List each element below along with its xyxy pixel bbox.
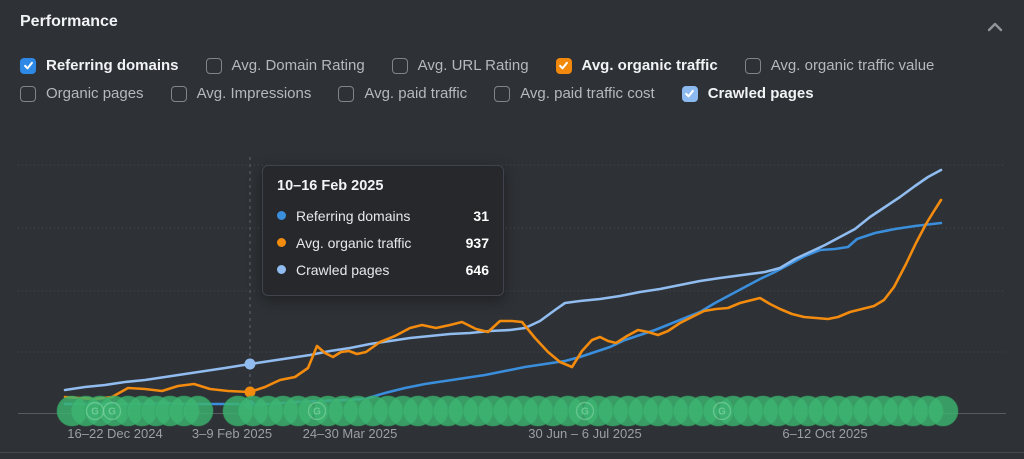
tooltip-date: 10–16 Feb 2025: [277, 178, 489, 194]
x-axis-tick-label: 24–30 Mar 2025: [303, 426, 398, 441]
tooltip-series-value: 31: [473, 208, 489, 224]
hover-dot-crawled-pages: [245, 359, 256, 370]
panel-title: Performance: [20, 13, 118, 31]
checkbox-checked-icon[interactable]: [556, 58, 572, 74]
metric-checkbox-avg-impressions[interactable]: Avg. Impressions: [171, 85, 312, 102]
google-g-icon: G: [581, 407, 589, 418]
google-update-marker[interactable]: [928, 396, 958, 426]
metric-checkbox-avg-organic-traffic[interactable]: Avg. organic traffic: [556, 57, 718, 74]
metric-checkbox-avg-organic-traffic-value[interactable]: Avg. organic traffic value: [745, 57, 935, 74]
metric-label: Avg. Domain Rating: [232, 57, 365, 74]
google-g-icon: G: [313, 407, 321, 418]
metric-checkbox-organic-pages[interactable]: Organic pages: [20, 85, 144, 102]
tooltip-series-label: Referring domains: [296, 208, 410, 224]
metric-filter-row: Referring domains Avg. Domain Rating Avg. …: [20, 57, 934, 74]
metric-label: Avg. Impressions: [197, 85, 312, 102]
checkbox-checked-icon[interactable]: [20, 58, 36, 74]
metric-label: Referring domains: [46, 57, 179, 74]
checkbox-unchecked-icon[interactable]: [20, 86, 36, 102]
metric-label: Avg. URL Rating: [418, 57, 529, 74]
metric-label: Avg. organic traffic: [582, 57, 718, 74]
checkbox-unchecked-icon[interactable]: [494, 86, 510, 102]
metric-filters: Referring domains Avg. Domain Rating Avg. …: [20, 57, 934, 102]
performance-chart[interactable]: GGGGG16–22 Dec 20243–9 Feb 202524–30 Mar…: [0, 150, 1024, 459]
metric-label: Avg. paid traffic: [364, 85, 467, 102]
chart-tooltip: 10–16 Feb 2025 Referring domains 31 Avg. o…: [262, 165, 504, 296]
checkbox-unchecked-icon[interactable]: [392, 58, 408, 74]
chevron-up-icon: [987, 20, 1003, 35]
collapse-panel-button[interactable]: [982, 14, 1008, 40]
metric-label: Avg. organic traffic value: [771, 57, 935, 74]
checkbox-checked-icon[interactable]: [682, 86, 698, 102]
performance-panel: Performance Referring domains Avg. Domain…: [0, 0, 1024, 459]
tooltip-series-label: Avg. organic traffic: [296, 235, 411, 251]
google-g-icon: G: [91, 407, 99, 418]
metric-checkbox-crawled-pages[interactable]: Crawled pages: [682, 85, 814, 102]
checkbox-unchecked-icon[interactable]: [745, 58, 761, 74]
metric-checkbox-referring-domains[interactable]: Referring domains: [20, 57, 179, 74]
google-g-icon: G: [718, 407, 726, 418]
tooltip-row-avg-organic-traffic: Avg. organic traffic 937: [277, 229, 489, 256]
metric-checkbox-avg-domain-rating[interactable]: Avg. Domain Rating: [206, 57, 365, 74]
metric-checkbox-avg-url-rating[interactable]: Avg. URL Rating: [392, 57, 529, 74]
metric-label: Avg. paid traffic cost: [520, 85, 655, 102]
checkbox-unchecked-icon[interactable]: [338, 86, 354, 102]
google-update-marker[interactable]: [183, 396, 213, 426]
tooltip-row-crawled-pages: Crawled pages 646: [277, 256, 489, 283]
tooltip-series-value: 937: [466, 235, 489, 251]
checkbox-unchecked-icon[interactable]: [206, 58, 222, 74]
series-color-dot: [277, 238, 286, 247]
metric-checkbox-avg-paid-traffic-cost[interactable]: Avg. paid traffic cost: [494, 85, 655, 102]
series-color-dot: [277, 265, 286, 274]
google-g-icon: G: [108, 407, 116, 418]
panel-bottom-divider: [0, 452, 1024, 453]
metric-checkbox-avg-paid-traffic[interactable]: Avg. paid traffic: [338, 85, 467, 102]
series-color-dot: [277, 211, 286, 220]
x-axis-tick-label: 3–9 Feb 2025: [192, 426, 272, 441]
x-axis-tick-label: 30 Jun – 6 Jul 2025: [528, 426, 641, 441]
tooltip-series-value: 646: [466, 262, 489, 278]
checkbox-unchecked-icon[interactable]: [171, 86, 187, 102]
metric-filter-row: Organic pages Avg. Impressions Avg. paid t…: [20, 85, 934, 102]
tooltip-row-referring-domains: Referring domains 31: [277, 202, 489, 229]
x-axis-tick-label: 16–22 Dec 2024: [67, 426, 162, 441]
x-axis-tick-label: 6–12 Oct 2025: [782, 426, 867, 441]
tooltip-series-label: Crawled pages: [296, 262, 389, 278]
metric-label: Organic pages: [46, 85, 144, 102]
metric-label: Crawled pages: [708, 85, 814, 102]
